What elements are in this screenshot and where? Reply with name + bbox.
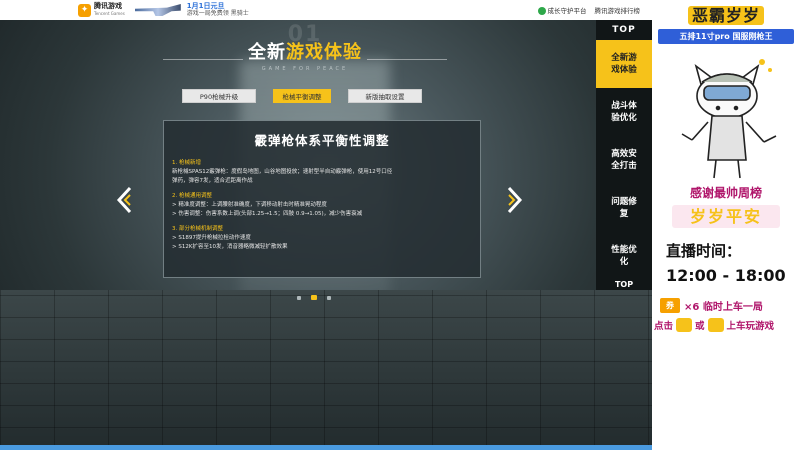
- carousel-prev-arrow-icon[interactable]: [114, 185, 136, 215]
- panel-section-3: 3. 部分枪械机制调整 > S1897提升枪械拉栓动作速度 > S12K扩容至1…: [172, 225, 480, 252]
- feature-tabs: P90枪械升级 枪械平衡调整 新版抽取设置: [182, 89, 422, 103]
- background-floor: [0, 290, 652, 450]
- section-heading: 3. 部分枪械机制调整: [172, 226, 223, 232]
- car-icon: [676, 318, 693, 332]
- tab-p90-upgrade[interactable]: P90枪械升级: [182, 89, 256, 103]
- logo-text: 腾讯游戏: [94, 2, 122, 10]
- nav-item-label: 高效安全打击: [611, 149, 637, 171]
- carousel-dot[interactable]: [297, 295, 301, 300]
- promo-subtitle: 游戏一局免费领 黑骑士: [186, 10, 249, 17]
- promo-banner[interactable]: 1月1日元旦 游戏一局免费领 黑骑士: [134, 2, 249, 18]
- section-line: 新枪械SPAS12霰弹枪：度假岛地图，山谷地图投放；速射型半自动霰弹枪，使用12…: [172, 169, 393, 175]
- streamer-overlay: 恶霸岁岁 五排11寸pro 国服刚枪王 感谢最帅周榜 岁岁平安 直播时间： 12…: [652, 0, 800, 450]
- section-heading: 2. 枪械通用调整: [172, 193, 212, 199]
- blessing-text: 岁岁平安: [672, 205, 780, 228]
- tencent-logo-icon: ✦: [78, 3, 91, 17]
- thanks-text: 感谢最帅周榜: [689, 186, 762, 200]
- panel-section-1: 1. 枪械新增 新枪械SPAS12霰弹枪：度假岛地图，山谷地图投放；速射型半自动…: [172, 159, 480, 186]
- cat-mascot-icon: [681, 59, 777, 179]
- gun-image-icon: [134, 4, 181, 16]
- section-title-main: 全新游戏体验: [0, 38, 610, 64]
- click-prefix: 点击: [654, 321, 674, 332]
- carousel-next-arrow-icon[interactable]: [503, 185, 525, 215]
- carousel-dot-active[interactable]: [311, 295, 317, 300]
- gift-icon: [707, 318, 724, 332]
- section-line: > 伤害调整：伤害系数上调(头部1.25→1.5；四肢 0.9→1.05)，减少…: [172, 211, 363, 217]
- nav-bottom-label[interactable]: TOP: [596, 280, 652, 290]
- join-instructions: 点击 或 上车玩游戏: [654, 318, 774, 332]
- section-line: 弹药，弹容7发，适合近距离作战: [172, 178, 253, 184]
- nav-item-label: 战斗体验优化: [611, 101, 637, 123]
- section-line: > 精准度调整：上调腰射准确度，下调移动射击时精准晃动程度: [172, 202, 327, 208]
- game-ranking-link[interactable]: 腾讯游戏排行榜: [595, 5, 641, 15]
- tab-weapon-balance[interactable]: 枪械平衡调整: [273, 89, 331, 103]
- section-line: > S1897提升枪械拉栓动作速度: [172, 235, 251, 241]
- nav-item-label: 全新游戏体验: [611, 53, 637, 75]
- streamer-tagline: 五排11寸pro 国服刚枪王: [658, 29, 794, 44]
- nav-item-label: 问题修复: [611, 197, 637, 219]
- growth-guard-link[interactable]: 成长守护平台: [537, 5, 587, 15]
- section-heading: 1. 枪械新增: [172, 160, 201, 166]
- nav-item-bug-fixes[interactable]: 问题修复: [596, 184, 652, 232]
- section-line: > S12K扩容至10发，消音器略微减轻扩散效果: [172, 244, 288, 250]
- tab-new-draw-settings[interactable]: 新版抽取设置: [348, 89, 422, 103]
- nav-item-new-experience[interactable]: 全新游戏体验: [596, 40, 652, 88]
- click-suffix: 上车玩游戏: [726, 321, 775, 332]
- game-website: ✦ 腾讯游戏 Tencent Games 1月1日元旦 游戏一局免费领 黑骑士 …: [0, 0, 652, 450]
- section-title: 全新游戏体验 GAME FOR PEACE: [0, 38, 610, 72]
- guard-icon: [537, 7, 546, 15]
- carousel-dots: [297, 295, 331, 300]
- content-panel: 霰弹枪体系平衡性调整 1. 枪械新增 新枪械SPAS12霰弹枪：度假岛地图，山谷…: [163, 120, 481, 278]
- ticket-icon: 券: [660, 298, 680, 313]
- header-links: 成长守护平台 腾讯游戏排行榜: [537, 5, 641, 15]
- nav-item-efficient-strike[interactable]: 高效安全打击: [596, 136, 652, 184]
- streamer-name-text: 恶霸岁岁: [687, 6, 764, 25]
- panel-title: 霰弹枪体系平衡性调整: [254, 133, 390, 148]
- carousel-dot[interactable]: [327, 295, 331, 300]
- nav-item-label: 性能优化: [611, 245, 637, 267]
- panel-section-2: 2. 枪械通用调整 > 精准度调整：上调腰射准确度，下调移动射击时精准晃动程度 …: [172, 192, 480, 219]
- nav-item-performance[interactable]: 性能优化: [596, 232, 652, 280]
- bottom-progress-bar: [0, 445, 652, 450]
- side-navigation: TOP 全新游戏体验 战斗体验优化 高效安全打击 问题修复 性能优化 TOP: [596, 20, 652, 290]
- growth-guard-label: 成长守护平台: [547, 7, 587, 15]
- title-part-2: 游戏体验: [286, 42, 362, 63]
- site-header: ✦ 腾讯游戏 Tencent Games 1月1日元旦 游戏一局免费领 黑骑士 …: [0, 0, 652, 20]
- click-or: 或: [695, 321, 705, 332]
- ticket-text: ×6 临时上车一局: [684, 302, 763, 313]
- nav-top-label[interactable]: TOP: [596, 20, 652, 40]
- promo-title: 1月1日元旦: [186, 2, 225, 10]
- title-part-1: 全新: [248, 42, 286, 63]
- live-time-value: 12:00 - 18:00: [666, 266, 786, 285]
- tencent-games-logo[interactable]: ✦ 腾讯游戏 Tencent Games: [78, 3, 125, 17]
- section-subtitle: GAME FOR PEACE: [261, 66, 349, 72]
- live-time-label: 直播时间：: [666, 242, 742, 260]
- ticket-info: 券 ×6 临时上车一局: [660, 298, 763, 313]
- logo-subtext: Tencent Games: [94, 11, 125, 16]
- streamer-name: 恶霸岁岁: [652, 2, 800, 26]
- nav-item-combat-optimization[interactable]: 战斗体验优化: [596, 88, 652, 136]
